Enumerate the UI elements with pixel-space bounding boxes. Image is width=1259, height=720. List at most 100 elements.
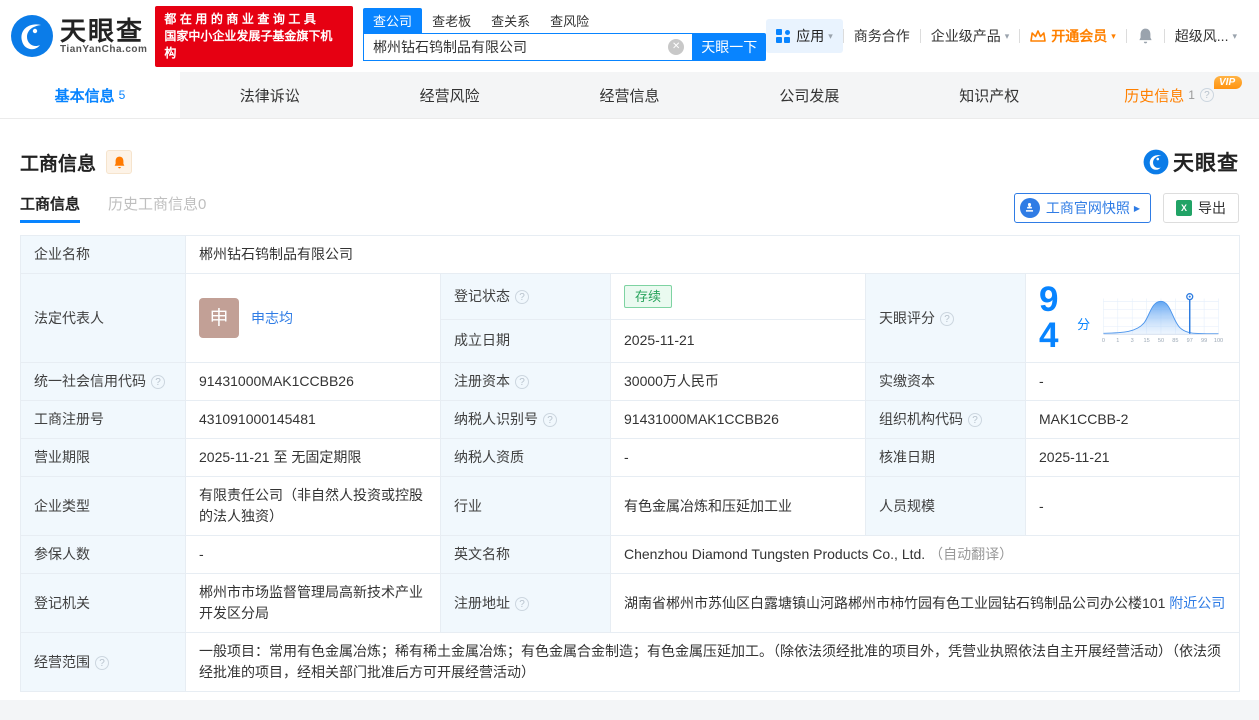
taxpayer-id-value: 91431000MAK1CCBB26	[610, 400, 866, 439]
tab-company-development[interactable]: 公司发展	[719, 72, 899, 118]
tab-history-info[interactable]: VIP 历史信息 1 ?	[1079, 72, 1259, 118]
table-row: 营业期限 2025-11-21 至 无固定期限 纳税人资质 - 核准日期 202…	[20, 438, 1241, 477]
subtab-business-info[interactable]: 工商信息	[20, 193, 81, 223]
help-icon[interactable]: ?	[940, 311, 954, 326]
english-name-value: Chenzhou Diamond Tungsten Products Co., …	[609, 535, 1241, 574]
score-distribution-chart: 0 1 3 15 50 85 97 99 100	[1102, 293, 1223, 344]
help-icon[interactable]: ?	[968, 413, 982, 427]
stamp-icon	[1019, 198, 1040, 218]
chevron-down-icon: ▾	[1232, 30, 1237, 41]
svg-text:15: 15	[1144, 338, 1150, 344]
field-label: 工商注册号	[20, 400, 186, 439]
subscribe-alert-button[interactable]	[106, 150, 133, 174]
field-label: 行业	[440, 476, 611, 536]
search-tabs: 查公司 查老板 查关系 查风险	[363, 8, 766, 33]
chevron-down-icon: ▾	[1111, 30, 1116, 41]
company-type-value: 有限责任公司（非自然人投资或控股的法人独资）	[185, 476, 441, 536]
table-row: 参保人数 - 英文名称 Chenzhou Diamond Tungsten Pr…	[20, 535, 1241, 574]
slogan-line-1: 都在用的商业查询工具	[164, 11, 320, 26]
tab-operation-info[interactable]: 经营信息	[540, 72, 720, 118]
legal-rep-cell: 申 申志均	[185, 273, 441, 363]
tab-operation-risk[interactable]: 经营风险	[360, 72, 540, 118]
help-icon[interactable]: ?	[95, 655, 109, 670]
logo-title: 天眼查	[60, 15, 145, 46]
page: 天眼查 TianYanCha.com 都在用的商业查询工具 国家中小企业发展子基…	[0, 0, 1259, 720]
nav-cooperation[interactable]: 商务合作	[844, 26, 920, 46]
search-tab-company[interactable]: 查公司	[363, 8, 423, 33]
table-row: 法定代表人 申 申志均 登记状态? 存续 天眼评分? 94 分 0 1 3 15…	[20, 273, 1241, 363]
search-tab-boss[interactable]: 查老板	[422, 8, 481, 33]
tianyancha-logo-icon	[1143, 149, 1169, 175]
business-term-value: 2025-11-21 至 无固定期限	[185, 438, 441, 477]
subtab-history-business-info[interactable]: 历史工商信息0	[108, 193, 206, 223]
reg-authority-value: 郴州市市场监督管理局高新技术产业开发区分局	[185, 573, 441, 633]
field-label: 注册资本?	[440, 362, 611, 401]
field-label: 参保人数	[20, 535, 186, 574]
tab-label: 法律诉讼	[239, 87, 300, 105]
paid-capital-value: -	[1024, 362, 1241, 401]
score-axis-ticks: 0 1 3 15 50 85 97 99 100	[1102, 338, 1223, 344]
nav-notifications[interactable]	[1127, 27, 1164, 45]
approval-date-value: 2025-11-21	[1024, 438, 1241, 477]
table-row: 工商注册号 431091000145481 纳税人识别号? 91431000MA…	[20, 400, 1241, 439]
nearby-companies-link[interactable]: 附近公司	[1169, 595, 1225, 611]
field-label: 核准日期	[865, 438, 1026, 477]
field-label: 人员规模	[865, 476, 1026, 536]
watermark-logo: 天眼查	[1143, 147, 1239, 177]
export-button[interactable]: X 导出	[1163, 193, 1239, 223]
field-label: 天眼评分?	[865, 273, 1026, 363]
field-label: 企业类型	[20, 476, 186, 536]
field-label: 经营范围?	[20, 632, 186, 692]
svg-text:1: 1	[1116, 338, 1119, 344]
field-label: 营业期限	[20, 438, 186, 477]
field-label: 纳税人资质	[440, 438, 611, 477]
official-snapshot-button[interactable]: 工商官网快照 ▶	[1013, 193, 1151, 223]
help-icon[interactable]: ?	[515, 375, 529, 389]
search-input[interactable]	[363, 33, 693, 61]
tab-count: 1	[1188, 88, 1195, 102]
reg-status-value: 存续	[610, 273, 866, 320]
slogan-line-2: 国家中小企业发展子基金旗下机构	[164, 28, 333, 60]
tianyancha-logo[interactable]: 天眼查 TianYanCha.com	[10, 14, 147, 58]
search-tab-risk[interactable]: 查风险	[540, 8, 599, 33]
bell-icon	[1139, 28, 1152, 44]
tab-intellectual-property[interactable]: 知识产权	[899, 72, 1079, 118]
arrow-right-icon: ▶	[1133, 203, 1140, 213]
help-icon[interactable]: ?	[515, 289, 529, 304]
taxpayer-quality-value: -	[610, 438, 866, 477]
business-scope-value: 一般项目：常用有色金属冶炼；稀有稀土金属冶炼；有色金属合金制造；有色金属压延加工…	[184, 632, 1241, 692]
nav-apps[interactable]: 应用 ▾	[766, 19, 843, 53]
tianyancha-logo-icon	[11, 15, 53, 57]
field-label: 统一社会信用代码?	[20, 362, 186, 401]
search-button[interactable]: 天眼一下	[692, 33, 767, 61]
nav-super-risk-label: 超级风...	[1174, 28, 1229, 44]
tab-label: 经营信息	[599, 87, 660, 105]
field-label: 组织机构代码?	[865, 400, 1026, 439]
tab-count: 5	[118, 88, 126, 102]
tab-legal-litigation[interactable]: 法律诉讼	[180, 72, 360, 118]
table-row: 统一社会信用代码? 91431000MAK1CCBB26 注册资本? 30000…	[20, 362, 1241, 401]
tyc-score-cell: 94 分 0 1 3 15 50 85 97 99 100	[1024, 273, 1241, 363]
help-icon[interactable]: ?	[151, 375, 165, 389]
tab-label: 知识产权	[959, 87, 1020, 105]
nav-enterprise-products[interactable]: 企业级产品 ▾	[921, 26, 1020, 46]
crown-icon	[1030, 30, 1047, 42]
excel-icon: X	[1176, 200, 1192, 216]
auto-translate-note: （自动翻译）	[929, 546, 1014, 562]
insured-count-value: -	[185, 535, 441, 574]
help-icon[interactable]: ?	[1199, 88, 1214, 102]
help-icon[interactable]: ?	[543, 413, 557, 427]
search-tab-relation[interactable]: 查关系	[481, 8, 540, 33]
chevron-down-icon: ▾	[828, 30, 833, 41]
help-icon[interactable]: ?	[515, 596, 529, 611]
nav-open-vip[interactable]: 开通会员 ▾	[1020, 26, 1126, 46]
reg-number-value: 431091000145481	[185, 400, 441, 439]
avatar[interactable]: 申	[199, 298, 239, 338]
field-label: 企业名称	[20, 235, 186, 274]
legal-rep-link[interactable]: 申志均	[251, 308, 293, 329]
field-label: 实缴资本	[865, 362, 1026, 401]
field-label: 纳税人识别号?	[440, 400, 611, 439]
nav-super-risk[interactable]: 超级风... ▾	[1165, 26, 1247, 46]
tab-basic-info[interactable]: 基本信息 5	[0, 72, 180, 118]
slogan-badge: 都在用的商业查询工具 国家中小企业发展子基金旗下机构	[155, 5, 354, 67]
